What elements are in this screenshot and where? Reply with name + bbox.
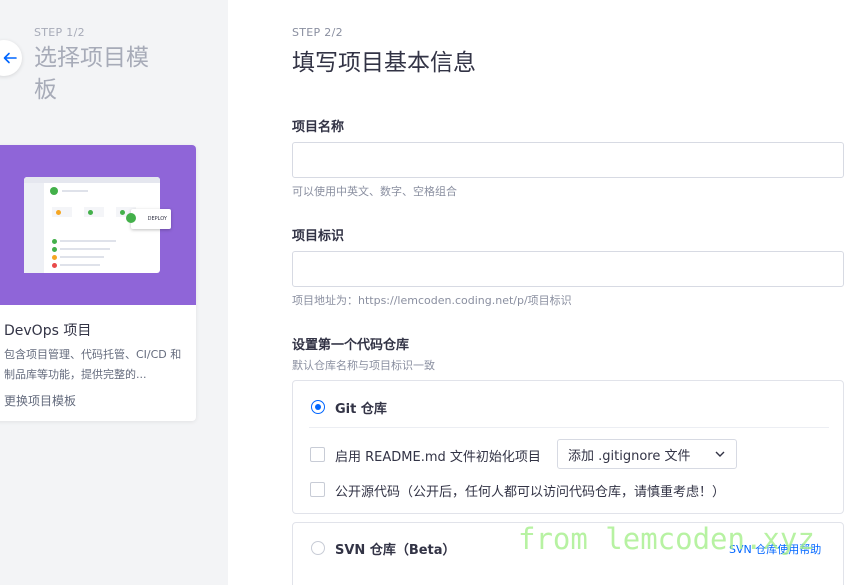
check-icon: [126, 213, 136, 223]
readme-checkbox-label: 启用 README.md 文件初始化项目: [335, 450, 541, 465]
project-name-input[interactable]: [292, 142, 844, 178]
project-id-label: 项目标识: [292, 229, 345, 244]
repo-section-hint: 默认仓库名称与项目标识一致: [292, 359, 435, 372]
public-source-label: 公开源代码（公开后，任何人都可以访问代码仓库，请慎重考虑！）: [335, 485, 726, 500]
step-indicator-1: STEP 1/2: [34, 26, 85, 39]
deploy-badge: DEPLOY: [131, 209, 171, 229]
project-id-hint: 项目地址为：https://lemcoden.coding.net/p/项目标识: [292, 294, 572, 307]
readme-checkbox[interactable]: [310, 447, 325, 462]
template-banner: DEPLOY: [0, 145, 196, 305]
project-name-hint: 可以使用中英文、数字、空格组合: [292, 185, 457, 198]
svn-radio[interactable]: [311, 541, 325, 555]
gitignore-select[interactable]: 添加 .gitignore 文件: [557, 439, 737, 469]
template-description: 包含项目管理、代码托管、CI/CD 和制品库等功能，提供完整的...: [4, 348, 182, 381]
arrow-left-icon: [3, 52, 17, 64]
template-panel: STEP 1/2 选择项目模板 DEPLOY DevOps 项目 包含项目管理、…: [0, 0, 228, 585]
public-source-checkbox[interactable]: [310, 482, 325, 497]
svn-repo-option[interactable]: SVN 仓库（Beta） SVN 仓库使用帮助: [292, 522, 844, 585]
change-template-link[interactable]: 更换项目模板: [4, 392, 76, 409]
gitignore-select-value: 添加 .gitignore 文件: [568, 448, 691, 464]
git-radio[interactable]: [311, 400, 325, 414]
back-button[interactable]: [0, 40, 22, 76]
project-name-label: 项目名称: [292, 120, 345, 135]
git-radio-label: Git 仓库: [335, 402, 387, 417]
template-card[interactable]: DEPLOY DevOps 项目 包含项目管理、代码托管、CI/CD 和制品库等…: [0, 145, 196, 421]
template-name: DevOps 项目: [4, 323, 92, 339]
divider: [309, 427, 829, 428]
template-panel-title: 选择项目模板: [34, 45, 149, 103]
project-id-input[interactable]: [292, 251, 844, 287]
page-title: 填写项目基本信息: [292, 50, 476, 76]
chevron-down-icon: [715, 451, 725, 457]
svn-help-link[interactable]: SVN 仓库使用帮助: [729, 541, 821, 557]
repo-section-label: 设置第一个代码仓库: [292, 338, 410, 353]
svn-radio-label: SVN 仓库（Beta）: [335, 543, 456, 558]
git-repo-option[interactable]: Git 仓库 启用 README.md 文件初始化项目 添加 .gitignor…: [292, 380, 844, 514]
step-indicator-2: STEP 2/2: [292, 26, 343, 39]
